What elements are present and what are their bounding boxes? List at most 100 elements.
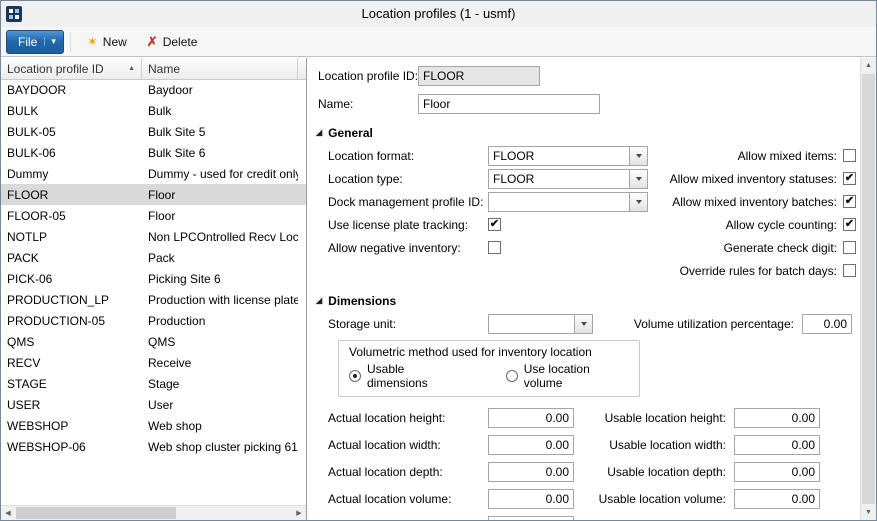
table-row[interactable]: WEBSHOP Web shop [1,415,306,436]
table-row[interactable]: STAGE Stage [1,373,306,394]
new-button[interactable]: ✶ New [77,32,137,52]
mixed-statuses-checkbox[interactable]: ✔ [843,172,856,185]
batch-days-checkbox[interactable] [843,264,856,277]
mixed-batches-checkbox[interactable]: ✔ [843,195,856,208]
row-location-profile-id: QMS [1,335,142,349]
table-row[interactable]: PACK Pack [1,247,306,268]
table-row[interactable]: BULK-06 Bulk Site 6 [1,142,306,163]
dimensions-group-header[interactable]: ◢ Dimensions [316,294,860,308]
row-name: Web shop cluster picking 61 [142,440,298,454]
table-row[interactable]: WEBSHOP-06 Web shop cluster picking 61 [1,436,306,457]
storage-unit-combo[interactable] [488,314,593,334]
row-name: Production with license plate [142,293,298,307]
dimensions-group-title: Dimensions [328,294,396,308]
general-group-title: General [328,126,373,140]
table-row[interactable]: FLOOR-05 Floor [1,205,306,226]
row-name: Floor [142,188,298,202]
row-name: Bulk Site 6 [142,146,298,160]
row-location-profile-id: BULK [1,104,142,118]
file-menu-label: File [18,35,37,49]
table-row[interactable]: RECV Receive [1,352,306,373]
table-row[interactable]: NOTLP Non LPCOntrolled Recv Loca [1,226,306,247]
actual-depth-label: Actual location depth: [328,465,488,479]
delete-button[interactable]: ✗ Delete [137,32,208,52]
table-row[interactable]: Dummy Dummy - used for credit only [1,163,306,184]
actual-width-label: Actual location width: [328,438,488,452]
title-bar: Location profiles (1 - usmf) [1,1,876,28]
batch-days-label: Override rules for batch days: [680,264,837,278]
dock-profile-combo[interactable] [488,192,648,212]
row-name: Stage [142,377,298,391]
table-row[interactable]: QMS QMS [1,331,306,352]
row-location-profile-id: WEBSHOP [1,419,142,433]
table-row[interactable]: BULK-05 Bulk Site 5 [1,121,306,142]
mixed-statuses-label: Allow mixed inventory statuses: [670,172,837,186]
storage-unit-label: Storage unit: [328,317,488,331]
row-location-profile-id: BAYDOOR [1,83,142,97]
row-location-profile-id: WEBSHOP-06 [1,440,142,454]
cycle-counting-checkbox[interactable]: ✔ [843,218,856,231]
usable-width-label: Usable location width: [574,438,726,452]
delete-button-label: Delete [163,35,198,49]
location-profiles-grid: Location profile ID ▲ Name BAYDOOR Baydo… [1,58,307,520]
column-header-name[interactable]: Name [142,58,298,79]
usable-width-field[interactable]: 0.00 [734,435,820,455]
row-name: Production [142,314,298,328]
location-type-combo[interactable]: FLOOR [488,169,648,189]
usable-volume-field: 0.00 [734,489,820,509]
usable-dimensions-radio-label: Usable dimensions [367,362,466,390]
window-title: Location profiles (1 - usmf) [1,1,876,27]
table-row[interactable]: PRODUCTION-05 Production [1,310,306,331]
file-menu-button[interactable]: File ▾ [6,30,64,54]
collapse-icon: ◢ [316,129,322,137]
table-row[interactable]: PICK-06 Picking Site 6 [1,268,306,289]
maximum-weight-field[interactable]: 0.00 [488,516,574,521]
dimensions-group: ◢ Dimensions Storage unit: Volume utiliz… [308,294,860,520]
usable-depth-field[interactable]: 0.00 [734,462,820,482]
scroll-up-icon[interactable]: ▲ [861,58,876,73]
chevron-down-icon[interactable] [629,193,647,211]
horizontal-scrollbar[interactable]: ◀ ▶ [1,505,306,520]
row-location-profile-id: FLOOR-05 [1,209,142,223]
combo-value [489,193,629,211]
usable-height-field[interactable]: 0.00 [734,408,820,428]
use-location-volume-radio-label: Use location volume [524,362,629,390]
volume-utilization-field[interactable]: 0.00 [802,314,852,334]
vertical-scrollbar[interactable]: ▲ ▼ [860,58,876,520]
scrollbar-thumb[interactable] [16,507,176,519]
row-name: Pack [142,251,298,265]
chevron-down-icon[interactable] [629,147,647,165]
table-row[interactable]: BULK Bulk [1,100,306,121]
actual-height-field[interactable]: 0.00 [488,408,574,428]
chevron-down-icon[interactable] [574,315,592,333]
cycle-counting-label: Allow cycle counting: [726,218,837,232]
maximum-weight-label: Maximum weight: [328,519,488,521]
general-group-header[interactable]: ◢ General [316,126,860,140]
chevron-down-icon[interactable] [629,170,647,188]
location-format-combo[interactable]: FLOOR [488,146,648,166]
actual-width-field[interactable]: 0.00 [488,435,574,455]
scroll-down-icon[interactable]: ▼ [861,505,876,520]
license-plate-checkbox[interactable]: ✔ [488,218,501,231]
scroll-left-icon[interactable]: ◀ [1,506,15,520]
scroll-right-icon[interactable]: ▶ [292,506,306,520]
mixed-items-checkbox[interactable] [843,149,856,162]
table-row[interactable]: FLOOR Floor [1,184,306,205]
profile-id-field[interactable]: FLOOR [418,66,540,86]
table-row[interactable]: USER User [1,394,306,415]
name-field[interactable]: Floor [418,94,600,114]
row-location-profile-id: PICK-06 [1,272,142,286]
location-format-label: Location format: [328,149,488,163]
table-row[interactable]: BAYDOOR Baydoor [1,79,306,100]
row-name: QMS [142,335,298,349]
check-digit-checkbox[interactable] [843,241,856,254]
actual-depth-field[interactable]: 0.00 [488,462,574,482]
negative-inventory-checkbox[interactable] [488,241,501,254]
usable-depth-label: Usable location depth: [574,465,726,479]
radio-icon [349,370,361,382]
column-header-location-profile-id[interactable]: Location profile ID ▲ [1,58,142,79]
scrollbar-thumb[interactable] [862,74,875,504]
table-row[interactable]: PRODUCTION_LP Production with license pl… [1,289,306,310]
use-location-volume-radio[interactable]: Use location volume [506,362,629,390]
usable-dimensions-radio[interactable]: Usable dimensions [349,362,466,390]
